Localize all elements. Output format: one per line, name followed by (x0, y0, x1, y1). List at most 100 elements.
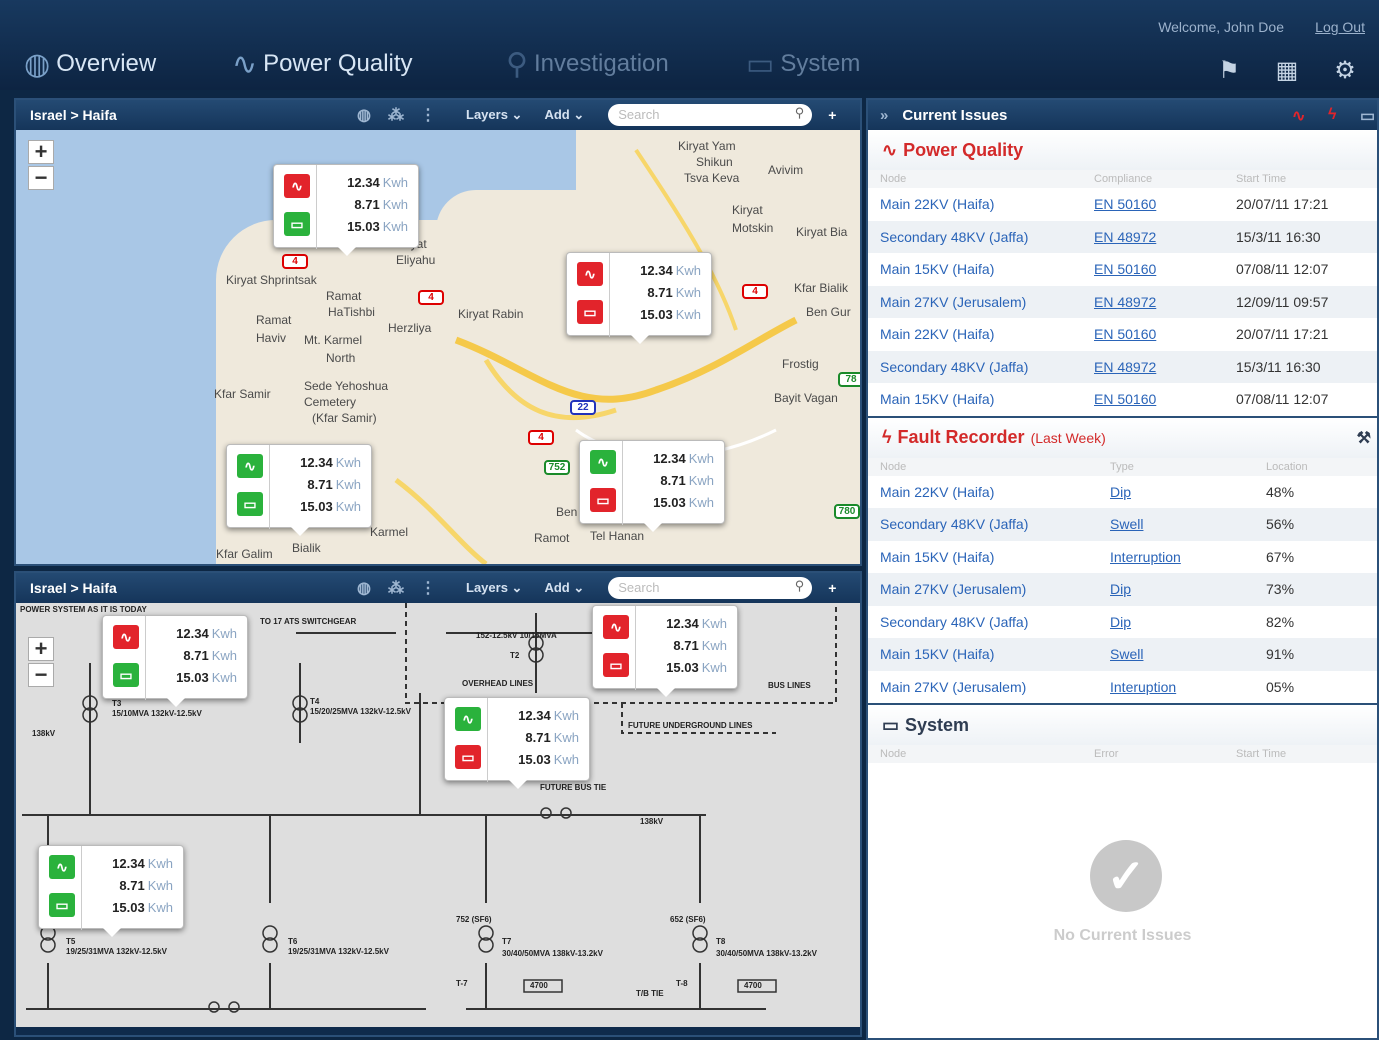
table-row[interactable]: Main 22KV (Haifa) EN 50160 20/07/11 17:21 (868, 318, 1377, 351)
wrench-icon[interactable]: ⚒ (1357, 428, 1371, 448)
tab-investigation[interactable]: ⚲ Investigation (506, 44, 669, 84)
add-menu[interactable]: Add ⌄ (544, 580, 584, 596)
logout-link[interactable]: Log Out (1315, 19, 1365, 35)
meter-callout[interactable]: ∿ ▭ 12.34 Kwh 8.71 Kwh 15.03 Kwh (102, 615, 248, 707)
col-start-time[interactable]: Start Time (1236, 748, 1286, 760)
link-cell[interactable]: Swell (1110, 516, 1143, 532)
zoom-out-button[interactable]: − (28, 663, 54, 687)
table-row[interactable]: Secondary 48KV (Jaffa) Dip 82% (868, 606, 1377, 639)
col-location[interactable]: Location (1266, 461, 1308, 473)
meter-callout[interactable]: ∿ ▭ 12.34 Kwh 8.71 Kwh 15.03 Kwh (226, 444, 372, 536)
map-place-label: Kfar Samir (214, 387, 271, 401)
col-node[interactable]: Node (880, 173, 906, 185)
link-cell[interactable]: EN 50160 (1094, 196, 1156, 212)
monitor-icon: ▭ (284, 212, 310, 236)
globe-icon[interactable]: ◍ (348, 105, 380, 125)
table-row[interactable]: Secondary 48KV (Jaffa) EN 48972 15/3/11 16… (868, 350, 1377, 383)
breadcrumb[interactable]: Israel > Haifa (30, 580, 348, 596)
link-cell[interactable]: EN 48972 (1094, 294, 1156, 310)
link-cell[interactable]: Interruption (1110, 549, 1181, 565)
meter-value: 8.71 Kwh (613, 285, 707, 300)
zoom-in-button[interactable]: + (28, 140, 54, 164)
meter-callout[interactable]: ∿ ▭ 12.34 Kwh 8.71 Kwh 15.03 Kwh (566, 252, 712, 344)
diagram-label: 15/20/25MVA 132kV-12.5kV (310, 707, 411, 716)
table-row[interactable]: Main 22KV (Haifa) EN 50160 20/07/11 17:21 (868, 188, 1377, 221)
link-cell[interactable]: Dip (1110, 581, 1131, 597)
meter-callout[interactable]: ∿ ▭ 12.34 Kwh 8.71 Kwh 15.03 Kwh (592, 605, 738, 697)
map-place-label: Kiryat Rabin (458, 307, 524, 321)
map-canvas[interactable]: Kiryat Yam Shikun Tsva Keva Avivim Kiryat Mot… (16, 130, 860, 564)
table-row[interactable]: Main 15KV (Haifa) Interruption 67% (868, 541, 1377, 574)
table-row[interactable]: Main 15KV (Haifa) Swell 91% (868, 638, 1377, 671)
map-place-label: Ben Gur (806, 305, 851, 319)
system-title: ▭ System (868, 705, 1377, 745)
meter-callout[interactable]: ∿ ▭ 12.34 Kwh 8.71 Kwh 15.03 Kwh (273, 164, 419, 256)
network-icon[interactable]: ⁂ (380, 578, 412, 598)
monitor-icon[interactable]: ▭ (1360, 106, 1375, 126)
node-cell: Main 22KV (Haifa) (880, 483, 995, 500)
meter-callout[interactable]: ∿ ▭ 12.34 Kwh 8.71 Kwh 15.03 Kwh (38, 845, 184, 937)
table-row[interactable]: Main 15KV (Haifa) EN 50160 07/08/11 12:07 (868, 383, 1377, 416)
collapse-chevron-icon[interactable]: » (880, 107, 888, 124)
globe-icon[interactable]: ◍ (348, 578, 380, 598)
fault-recorder-section: ϟ Fault Recorder (Last Week) ⚒ Node Type… (868, 417, 1377, 705)
unit: Kwh (382, 175, 408, 190)
link-cell[interactable]: Dip (1110, 614, 1131, 630)
table-row[interactable]: Main 27KV (Jerusalem) Dip 73% (868, 573, 1377, 606)
map-place-label: Cemetery (304, 395, 357, 409)
tab-overview[interactable]: ◍ Overview (24, 44, 156, 84)
gear-icon[interactable]: ⚙ (1330, 56, 1360, 84)
meter-callout[interactable]: ∿ ▭ 12.34 Kwh 8.71 Kwh 15.03 Kwh (579, 440, 725, 532)
divider (622, 441, 623, 525)
search-input[interactable]: Search ⚲ (608, 104, 813, 126)
col-type[interactable]: Type (1110, 461, 1134, 473)
col-error[interactable]: Error (1094, 748, 1118, 760)
col-node[interactable]: Node (880, 748, 906, 760)
value-3: 15.03 (653, 495, 686, 510)
dots-icon[interactable]: ⋮ (412, 105, 444, 125)
tab-system-label: System (780, 50, 861, 77)
value-cell: 20/07/11 17:21 (1236, 196, 1329, 212)
col-node[interactable]: Node (880, 461, 906, 473)
table-row[interactable]: Main 15KV (Haifa) EN 50160 07/08/11 12:07 (868, 253, 1377, 286)
zoom-in-button[interactable]: + (28, 637, 54, 661)
value-1: 12.34 (347, 175, 380, 190)
breadcrumb[interactable]: Israel > Haifa (30, 107, 348, 123)
person-icon[interactable]: ⚑ (1214, 56, 1244, 84)
link-cell[interactable]: EN 48972 (1094, 359, 1156, 375)
divider (487, 698, 488, 782)
link-cell[interactable]: Swell (1110, 646, 1143, 662)
link-cell[interactable]: EN 50160 (1094, 261, 1156, 277)
network-icon[interactable]: ⁂ (380, 105, 412, 125)
unit: Kwh (553, 730, 579, 745)
link-cell[interactable]: Interuption (1110, 679, 1176, 695)
table-row[interactable]: Main 27KV (Jerusalem) Interuption 05% (868, 671, 1377, 704)
pulse-icon[interactable]: ∿ (1292, 106, 1305, 126)
unit: Kwh (688, 473, 714, 488)
col-start-time[interactable]: Start Time (1236, 173, 1286, 185)
table-row[interactable]: Main 22KV (Haifa) Dip 48% (868, 476, 1377, 509)
plus-icon[interactable]: + (828, 580, 836, 596)
plus-icon[interactable]: + (828, 107, 836, 123)
tab-system[interactable]: ▭ System (746, 44, 860, 84)
table-row[interactable]: Secondary 48KV (Jaffa) EN 48972 15/3/11 16… (868, 220, 1377, 253)
link-cell[interactable]: EN 48972 (1094, 229, 1156, 245)
link-cell[interactable]: EN 50160 (1094, 391, 1156, 407)
single-line-diagram[interactable]: POWER SYSTEM AS IT IS TODAY TO 17 ATS SWI… (16, 603, 860, 1027)
meter-callout[interactable]: ∿ ▭ 12.34 Kwh 8.71 Kwh 15.03 Kwh (444, 697, 590, 789)
layers-menu[interactable]: Layers ⌄ (466, 107, 522, 123)
map-place-label: Bialik (292, 541, 321, 555)
layers-menu[interactable]: Layers ⌄ (466, 580, 522, 596)
table-row[interactable]: Secondary 48KV (Jaffa) Swell 56% (868, 508, 1377, 541)
calendar-icon[interactable]: ▦ (1272, 56, 1302, 84)
zoom-out-button[interactable]: − (28, 166, 54, 190)
search-input[interactable]: Search ⚲ (608, 577, 813, 599)
table-row[interactable]: Main 27KV (Jerusalem) EN 48972 12/09/11 09… (868, 285, 1377, 318)
add-menu[interactable]: Add ⌄ (544, 107, 584, 123)
tab-power-quality[interactable]: ∿ Power Quality (232, 44, 413, 84)
col-compliance[interactable]: Compliance (1094, 173, 1152, 185)
dots-icon[interactable]: ⋮ (412, 578, 444, 598)
link-cell[interactable]: EN 50160 (1094, 326, 1156, 342)
link-cell[interactable]: Dip (1110, 484, 1131, 500)
lightning-icon[interactable]: ϟ (1328, 106, 1336, 124)
